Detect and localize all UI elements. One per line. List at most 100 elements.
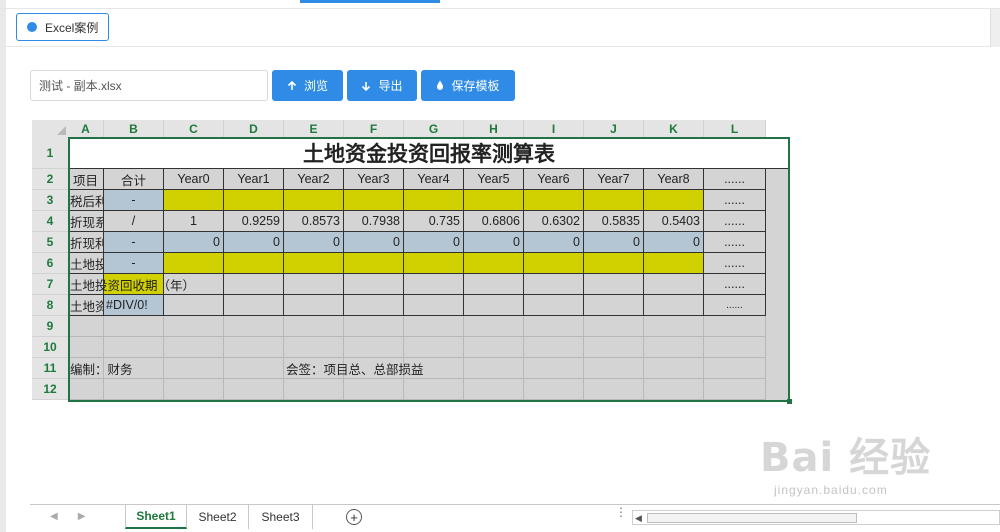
sheet-tab-2[interactable]: Sheet2 (187, 505, 249, 529)
cell-D3[interactable] (224, 190, 284, 211)
cell-J7[interactable] (584, 274, 644, 295)
cell-L3[interactable]: ...... (704, 190, 766, 211)
row-header-3[interactable]: 3 (32, 190, 68, 211)
cell-C5[interactable]: 0 (164, 232, 224, 253)
row-header-11[interactable]: 11 (32, 358, 68, 379)
cell-E6[interactable] (284, 253, 344, 274)
splitter-dots-icon[interactable]: ⋮ (615, 506, 627, 518)
col-header-E[interactable]: E (284, 120, 344, 137)
cell-G3[interactable] (404, 190, 464, 211)
prev-sheet-icon[interactable]: ◀ (50, 511, 58, 522)
cell-A4[interactable]: 折现系数 (68, 211, 104, 232)
cell-K10[interactable] (644, 337, 704, 358)
row-header-9[interactable]: 9 (32, 316, 68, 337)
cell-B3[interactable]: - (104, 190, 164, 211)
cell-G7[interactable] (404, 274, 464, 295)
cell-J2[interactable]: Year7 (584, 169, 644, 190)
cell-E4[interactable]: 0.8573 (284, 211, 344, 232)
cell-E3[interactable] (284, 190, 344, 211)
cell-I9[interactable] (524, 316, 584, 337)
export-button[interactable]: 导出 (347, 70, 417, 101)
cell-E2[interactable]: Year2 (284, 169, 344, 190)
cell-K11[interactable] (644, 358, 704, 379)
row-header-6[interactable]: 6 (32, 253, 68, 274)
cell-E8[interactable] (284, 295, 344, 316)
cell-F10[interactable] (344, 337, 404, 358)
row-header-7[interactable]: 7 (32, 274, 68, 295)
cell-H12[interactable] (464, 379, 524, 400)
cell-A5[interactable]: 折现利润 (68, 232, 104, 253)
cell-E12[interactable] (284, 379, 344, 400)
cell-J9[interactable] (584, 316, 644, 337)
file-path-input[interactable] (30, 70, 268, 101)
cell-C9[interactable] (164, 316, 224, 337)
cell-A2[interactable]: 项目 (68, 169, 104, 190)
sheet-tab-1[interactable]: Sheet1 (125, 505, 187, 529)
cell-I11[interactable] (524, 358, 584, 379)
cell-L11[interactable] (704, 358, 766, 379)
cell-C3[interactable] (164, 190, 224, 211)
cell-G9[interactable] (404, 316, 464, 337)
browse-button[interactable]: 浏览 (272, 70, 343, 101)
cell-B8[interactable]: #DIV/0! (104, 295, 164, 316)
spreadsheet[interactable]: ABCDEFGHIJKL 1 2 3 4 5 6 7 8 9 10 11 12 项目 合计 Year0 Ye… (32, 120, 792, 404)
cell-C10[interactable] (164, 337, 224, 358)
cell-C4[interactable]: 1 (164, 211, 224, 232)
cell-J8[interactable] (584, 295, 644, 316)
cell-F9[interactable] (344, 316, 404, 337)
cell-A12[interactable] (68, 379, 104, 400)
col-header-F[interactable]: F (344, 120, 404, 137)
cell-L6[interactable]: ...... (704, 253, 766, 274)
row-header-2[interactable]: 2 (32, 169, 68, 190)
cell-D9[interactable] (224, 316, 284, 337)
scrollbar-thumb[interactable] (647, 513, 857, 523)
cell-H11[interactable] (464, 358, 524, 379)
cell-D4[interactable]: 0.9259 (224, 211, 284, 232)
cell-C6[interactable] (164, 253, 224, 274)
cell-J12[interactable] (584, 379, 644, 400)
cell-H8[interactable] (464, 295, 524, 316)
cell-H2[interactable]: Year5 (464, 169, 524, 190)
cell-L4[interactable]: ...... (704, 211, 766, 232)
cell-I2[interactable]: Year6 (524, 169, 584, 190)
cell-F4[interactable]: 0.7938 (344, 211, 404, 232)
cell-B2[interactable]: 合计 (104, 169, 164, 190)
cell-K8[interactable] (644, 295, 704, 316)
cell-I8[interactable] (524, 295, 584, 316)
cell-G6[interactable] (404, 253, 464, 274)
cell-A10[interactable] (68, 337, 104, 358)
cell-E9[interactable] (284, 316, 344, 337)
cell-C8[interactable] (164, 295, 224, 316)
cell-G12[interactable] (404, 379, 464, 400)
row-header-8[interactable]: 8 (32, 295, 68, 316)
col-header-B[interactable]: B (104, 120, 164, 137)
row-header-1[interactable]: 1 (32, 137, 68, 169)
next-sheet-icon[interactable]: ▶ (78, 511, 86, 522)
row-header-5[interactable]: 5 (32, 232, 68, 253)
cell-F8[interactable] (344, 295, 404, 316)
cell-B9[interactable] (104, 316, 164, 337)
cell-B12[interactable] (104, 379, 164, 400)
horizontal-scrollbar[interactable]: ◀ (632, 510, 1000, 525)
cell-F7[interactable] (344, 274, 404, 295)
cell-A3[interactable]: 税后利润 (68, 190, 104, 211)
cell-B4[interactable]: / (104, 211, 164, 232)
cell-E10[interactable] (284, 337, 344, 358)
cell-F6[interactable] (344, 253, 404, 274)
cell-B10[interactable] (104, 337, 164, 358)
cell-J5[interactable]: 0 (584, 232, 644, 253)
cell-H3[interactable] (464, 190, 524, 211)
cell-A8[interactable]: 土地资金投 (68, 295, 104, 316)
cell-J10[interactable] (584, 337, 644, 358)
cell-G2[interactable]: Year4 (404, 169, 464, 190)
cell-G8[interactable] (404, 295, 464, 316)
cell-F3[interactable] (344, 190, 404, 211)
cell-K9[interactable] (644, 316, 704, 337)
cell-H6[interactable] (464, 253, 524, 274)
select-all-corner[interactable] (32, 120, 68, 137)
scroll-left-icon[interactable]: ◀ (635, 513, 642, 524)
cell-K5[interactable]: 0 (644, 232, 704, 253)
cell-L7[interactable]: ...... (704, 274, 766, 295)
cell-E5[interactable]: 0 (284, 232, 344, 253)
cell-K7[interactable] (644, 274, 704, 295)
